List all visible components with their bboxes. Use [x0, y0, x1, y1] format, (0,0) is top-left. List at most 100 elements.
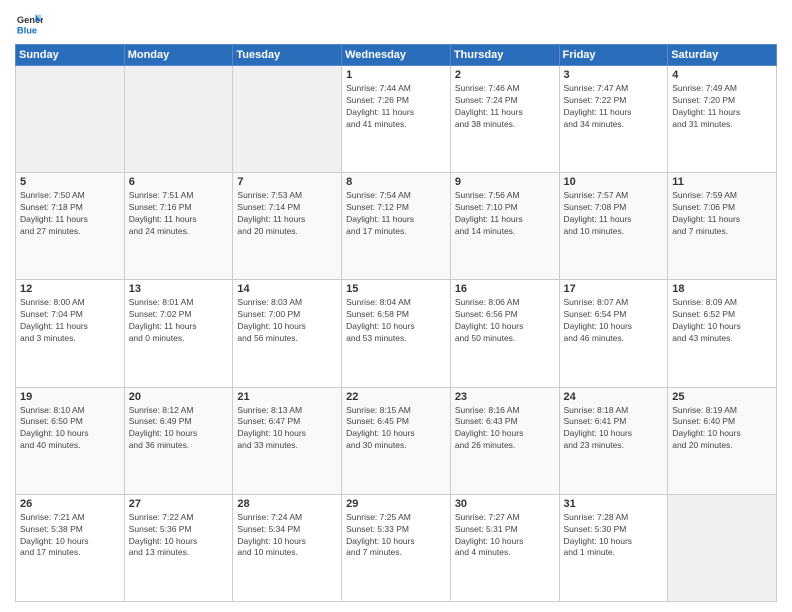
week-row-4: 19 Sunrise: 8:10 AM Sunset: 6:50 PM Dayli… [16, 387, 777, 494]
day-cell-2: 2 Sunrise: 7:46 AM Sunset: 7:24 PM Daylig… [450, 66, 559, 173]
day-cell-20: 20Sunrise: 8:12 AM Sunset: 6:49 PM Dayli… [124, 387, 233, 494]
day-info: Sunrise: 8:04 AM Sunset: 6:58 PM Dayligh… [346, 297, 446, 345]
day-cell-14: 14 Sunrise: 8:03 AM Sunset: 7:00 PM Dayli… [233, 280, 342, 387]
empty-cell [668, 494, 777, 601]
weekday-header-wednesday: Wednesday [342, 45, 451, 66]
week-row-3: 12 Sunrise: 8:00 AM Sunset: 7:04 PM Dayli… [16, 280, 777, 387]
weekday-header-friday: Friday [559, 45, 668, 66]
day-info: Sunrise: 7:46 AM Sunset: 7:24 PM Dayligh… [455, 83, 555, 131]
weekday-header-monday: Monday [124, 45, 233, 66]
day-number: 3 [564, 69, 664, 81]
day-info: Sunrise: 7:57 AM Sunset: 7:08 PM Dayligh… [564, 190, 664, 238]
day-cell-19: 19 Sunrise: 8:10 AM Sunset: 6:50 PM Dayli… [16, 387, 125, 494]
day-cell-24: 24Sunrise: 8:18 AM Sunset: 6:41 PM Dayli… [559, 387, 668, 494]
day-number: 1 [346, 69, 446, 81]
day-number: 25 [672, 391, 772, 403]
weekday-header-thursday: Thursday [450, 45, 559, 66]
svg-text:Blue: Blue [17, 25, 37, 35]
logo: General Blue [15, 10, 43, 38]
day-cell-4: 4 Sunrise: 7:49 AM Sunset: 7:20 PM Daylig… [668, 66, 777, 173]
day-number: 22 [346, 391, 446, 403]
day-number: 7 [237, 176, 337, 188]
day-cell-1: 1 Sunrise: 7:44 AM Sunset: 7:26 PM Daylig… [342, 66, 451, 173]
day-cell-5: 5Sunrise: 7:50 AM Sunset: 7:18 PM Daylig… [16, 173, 125, 280]
day-number: 23 [455, 391, 555, 403]
day-number: 12 [20, 283, 120, 295]
day-cell-17: 17 Sunrise: 8:07 AM Sunset: 6:54 PM Dayli… [559, 280, 668, 387]
day-info: Sunrise: 8:15 AM Sunset: 6:45 PM Dayligh… [346, 405, 446, 453]
day-cell-28: 28 Sunrise: 7:24 AM Sunset: 5:34 PM Dayli… [233, 494, 342, 601]
day-cell-8: 8 Sunrise: 7:54 AM Sunset: 7:12 PM Daylig… [342, 173, 451, 280]
day-cell-16: 16Sunrise: 8:06 AM Sunset: 6:56 PM Dayli… [450, 280, 559, 387]
day-info: Sunrise: 8:16 AM Sunset: 6:43 PM Dayligh… [455, 405, 555, 453]
day-number: 17 [564, 283, 664, 295]
day-info: Sunrise: 7:49 AM Sunset: 7:20 PM Dayligh… [672, 83, 772, 131]
day-number: 2 [455, 69, 555, 81]
day-info: Sunrise: 8:10 AM Sunset: 6:50 PM Dayligh… [20, 405, 120, 453]
day-info: Sunrise: 8:12 AM Sunset: 6:49 PM Dayligh… [129, 405, 229, 453]
day-info: Sunrise: 7:53 AM Sunset: 7:14 PM Dayligh… [237, 190, 337, 238]
day-info: Sunrise: 8:19 AM Sunset: 6:40 PM Dayligh… [672, 405, 772, 453]
day-number: 31 [564, 498, 664, 510]
week-row-1: 1 Sunrise: 7:44 AM Sunset: 7:26 PM Daylig… [16, 66, 777, 173]
day-info: Sunrise: 8:09 AM Sunset: 6:52 PM Dayligh… [672, 297, 772, 345]
weekday-header-row: SundayMondayTuesdayWednesdayThursdayFrid… [16, 45, 777, 66]
week-row-5: 26Sunrise: 7:21 AM Sunset: 5:38 PM Dayli… [16, 494, 777, 601]
day-number: 10 [564, 176, 664, 188]
day-cell-7: 7 Sunrise: 7:53 AM Sunset: 7:14 PM Daylig… [233, 173, 342, 280]
day-cell-23: 23 Sunrise: 8:16 AM Sunset: 6:43 PM Dayli… [450, 387, 559, 494]
day-number: 8 [346, 176, 446, 188]
day-number: 13 [129, 283, 229, 295]
day-number: 9 [455, 176, 555, 188]
day-number: 18 [672, 283, 772, 295]
day-info: Sunrise: 8:01 AM Sunset: 7:02 PM Dayligh… [129, 297, 229, 345]
day-cell-29: 29Sunrise: 7:25 AM Sunset: 5:33 PM Dayli… [342, 494, 451, 601]
page-header: General Blue [15, 10, 777, 38]
day-cell-11: 11 Sunrise: 7:59 AM Sunset: 7:06 PM Dayli… [668, 173, 777, 280]
day-info: Sunrise: 8:03 AM Sunset: 7:00 PM Dayligh… [237, 297, 337, 345]
day-info: Sunrise: 7:27 AM Sunset: 5:31 PM Dayligh… [455, 512, 555, 560]
day-number: 30 [455, 498, 555, 510]
day-cell-30: 30 Sunrise: 7:27 AM Sunset: 5:31 PM Dayli… [450, 494, 559, 601]
day-info: Sunrise: 8:06 AM Sunset: 6:56 PM Dayligh… [455, 297, 555, 345]
day-cell-22: 22 Sunrise: 8:15 AM Sunset: 6:45 PM Dayli… [342, 387, 451, 494]
day-cell-10: 10 Sunrise: 7:57 AM Sunset: 7:08 PM Dayli… [559, 173, 668, 280]
day-cell-6: 6Sunrise: 7:51 AM Sunset: 7:16 PM Daylig… [124, 173, 233, 280]
day-number: 11 [672, 176, 772, 188]
day-number: 19 [20, 391, 120, 403]
day-number: 26 [20, 498, 120, 510]
day-cell-31: 31 Sunrise: 7:28 AM Sunset: 5:30 PM Dayli… [559, 494, 668, 601]
day-cell-12: 12 Sunrise: 8:00 AM Sunset: 7:04 PM Dayli… [16, 280, 125, 387]
day-number: 14 [237, 283, 337, 295]
weekday-header-tuesday: Tuesday [233, 45, 342, 66]
day-number: 4 [672, 69, 772, 81]
day-cell-13: 13 Sunrise: 8:01 AM Sunset: 7:02 PM Dayli… [124, 280, 233, 387]
day-cell-26: 26Sunrise: 7:21 AM Sunset: 5:38 PM Dayli… [16, 494, 125, 601]
day-number: 28 [237, 498, 337, 510]
day-info: Sunrise: 7:28 AM Sunset: 5:30 PM Dayligh… [564, 512, 664, 560]
day-number: 6 [129, 176, 229, 188]
day-cell-9: 9 Sunrise: 7:56 AM Sunset: 7:10 PM Daylig… [450, 173, 559, 280]
day-info: Sunrise: 7:47 AM Sunset: 7:22 PM Dayligh… [564, 83, 664, 131]
week-row-2: 5Sunrise: 7:50 AM Sunset: 7:18 PM Daylig… [16, 173, 777, 280]
day-info: Sunrise: 7:54 AM Sunset: 7:12 PM Dayligh… [346, 190, 446, 238]
day-cell-25: 25 Sunrise: 8:19 AM Sunset: 6:40 PM Dayli… [668, 387, 777, 494]
day-number: 27 [129, 498, 229, 510]
day-cell-27: 27Sunrise: 7:22 AM Sunset: 5:36 PM Dayli… [124, 494, 233, 601]
day-cell-15: 15Sunrise: 8:04 AM Sunset: 6:58 PM Dayli… [342, 280, 451, 387]
weekday-header-saturday: Saturday [668, 45, 777, 66]
day-info: Sunrise: 8:13 AM Sunset: 6:47 PM Dayligh… [237, 405, 337, 453]
empty-cell [233, 66, 342, 173]
day-cell-21: 21Sunrise: 8:13 AM Sunset: 6:47 PM Dayli… [233, 387, 342, 494]
day-info: Sunrise: 8:00 AM Sunset: 7:04 PM Dayligh… [20, 297, 120, 345]
weekday-header-sunday: Sunday [16, 45, 125, 66]
day-number: 29 [346, 498, 446, 510]
day-cell-18: 18 Sunrise: 8:09 AM Sunset: 6:52 PM Dayli… [668, 280, 777, 387]
empty-cell [124, 66, 233, 173]
day-info: Sunrise: 7:24 AM Sunset: 5:34 PM Dayligh… [237, 512, 337, 560]
empty-cell [16, 66, 125, 173]
day-info: Sunrise: 7:59 AM Sunset: 7:06 PM Dayligh… [672, 190, 772, 238]
day-info: Sunrise: 8:07 AM Sunset: 6:54 PM Dayligh… [564, 297, 664, 345]
day-info: Sunrise: 7:44 AM Sunset: 7:26 PM Dayligh… [346, 83, 446, 131]
day-info: Sunrise: 7:56 AM Sunset: 7:10 PM Dayligh… [455, 190, 555, 238]
